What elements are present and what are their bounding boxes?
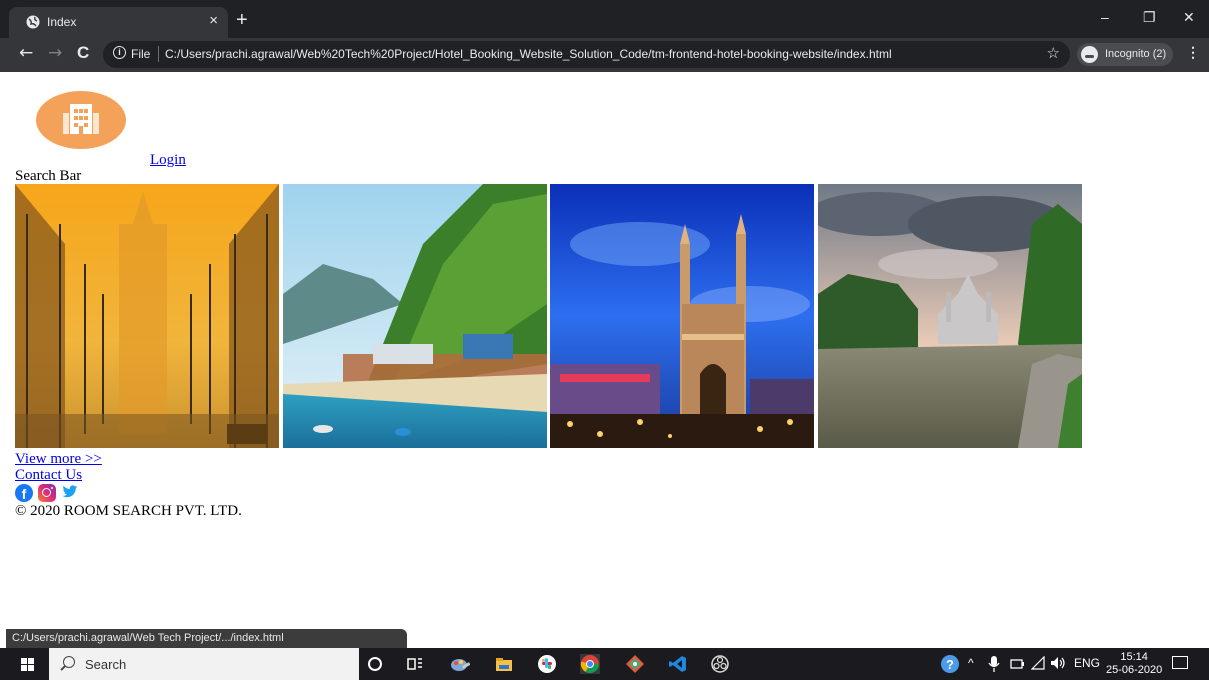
browser-menu-button[interactable]: ⋮ [1186,44,1200,61]
slack-icon[interactable] [537,654,557,674]
globe-icon [26,15,40,29]
tab-title: Index [47,15,77,29]
view-more-link[interactable]: View more >> [15,451,102,468]
chrome-icon[interactable] [580,654,600,674]
cortana-icon[interactable] [365,654,385,674]
tab-index[interactable]: Index × [9,7,228,38]
taskbar-search-placeholder: Search [85,657,127,672]
search-icon [63,656,75,668]
copyright-text: © 2020 ROOM SEARCH PVT. LTD. [15,503,242,519]
gallery-image-beach[interactable] [283,184,547,448]
logo-wing-right [93,113,99,134]
clock-date: 25-06-2020 [1106,664,1163,676]
windows-start-icon[interactable] [21,658,35,672]
tab-strip: Index × + – ❐ ✕ [0,7,1209,38]
wifi-icon[interactable] [1031,656,1045,670]
incognito-label: Incognito (2) [1105,48,1167,60]
gallery-image-india-gate[interactable] [15,184,279,448]
search-bar-text: Search Bar [15,168,82,184]
notification-center-icon[interactable] [1172,656,1188,669]
paint-icon[interactable] [450,654,470,674]
page-content: Login Search Bar View more >> Contact Us… [0,72,1209,632]
file-explorer-icon[interactable] [494,654,514,674]
tab-close-icon[interactable]: × [209,12,218,29]
browser-toolbar: ← → C i File C:/Users/prachi.agrawal/Web… [0,38,1209,72]
language-indicator[interactable]: ENG [1074,656,1100,670]
instagram-icon[interactable] [38,484,56,502]
building-icon [70,104,92,134]
facebook-icon[interactable]: f [15,484,33,502]
task-view-icon[interactable] [405,654,425,674]
obs-icon[interactable] [710,654,730,674]
address-separator [158,46,159,62]
system-clock[interactable]: 15:14 25-06-2020 [1106,651,1162,677]
close-window-button[interactable]: ✕ [1183,9,1195,26]
back-button[interactable]: ← [19,43,33,63]
incognito-icon [1081,46,1098,63]
reload-button[interactable]: C [77,43,89,63]
new-tab-button[interactable]: + [236,9,248,32]
taskbar-search-box[interactable]: Search [49,648,359,680]
forward-button[interactable]: → [48,43,62,63]
minimize-button[interactable]: – [1101,9,1109,25]
vscode-icon[interactable] [668,654,688,674]
link-status-bar: C:/Users/prachi.agrawal/Web Tech Project… [6,629,407,648]
restore-button[interactable]: ❐ [1143,9,1156,26]
hotel-logo[interactable] [36,91,126,149]
volume-icon[interactable] [1050,656,1066,670]
battery-icon[interactable] [1010,658,1024,670]
twitter-icon[interactable] [62,485,78,499]
clock-time: 15:14 [1120,651,1148,663]
address-scheme: File [131,47,151,61]
address-bar[interactable]: i File C:/Users/prachi.agrawal/Web%20Tec… [103,41,1070,68]
git-icon[interactable] [625,654,645,674]
gallery-image-charminar[interactable] [550,184,814,448]
microphone-icon[interactable] [987,656,1001,672]
bookmark-star-icon[interactable]: ☆ [1047,44,1060,62]
incognito-badge[interactable]: Incognito (2) [1077,43,1173,66]
address-url[interactable]: C:/Users/prachi.agrawal/Web%20Tech%20Pro… [165,47,892,61]
windows-taskbar: Search ? ^ ENG 15:14 25-06-2020 [0,648,1209,680]
logo-wing-left [63,113,69,134]
browser-chrome: Index × + – ❐ ✕ ← → C i File C:/Users/pr… [0,0,1209,72]
contact-us-link[interactable]: Contact Us [15,467,82,484]
login-link[interactable]: Login [150,152,186,169]
gallery-image-lake-palace[interactable] [818,184,1082,448]
info-icon[interactable]: i [113,46,126,59]
svg-text:?: ? [946,657,954,672]
help-icon[interactable]: ? [940,654,960,674]
chevron-up-icon[interactable]: ^ [968,656,974,670]
